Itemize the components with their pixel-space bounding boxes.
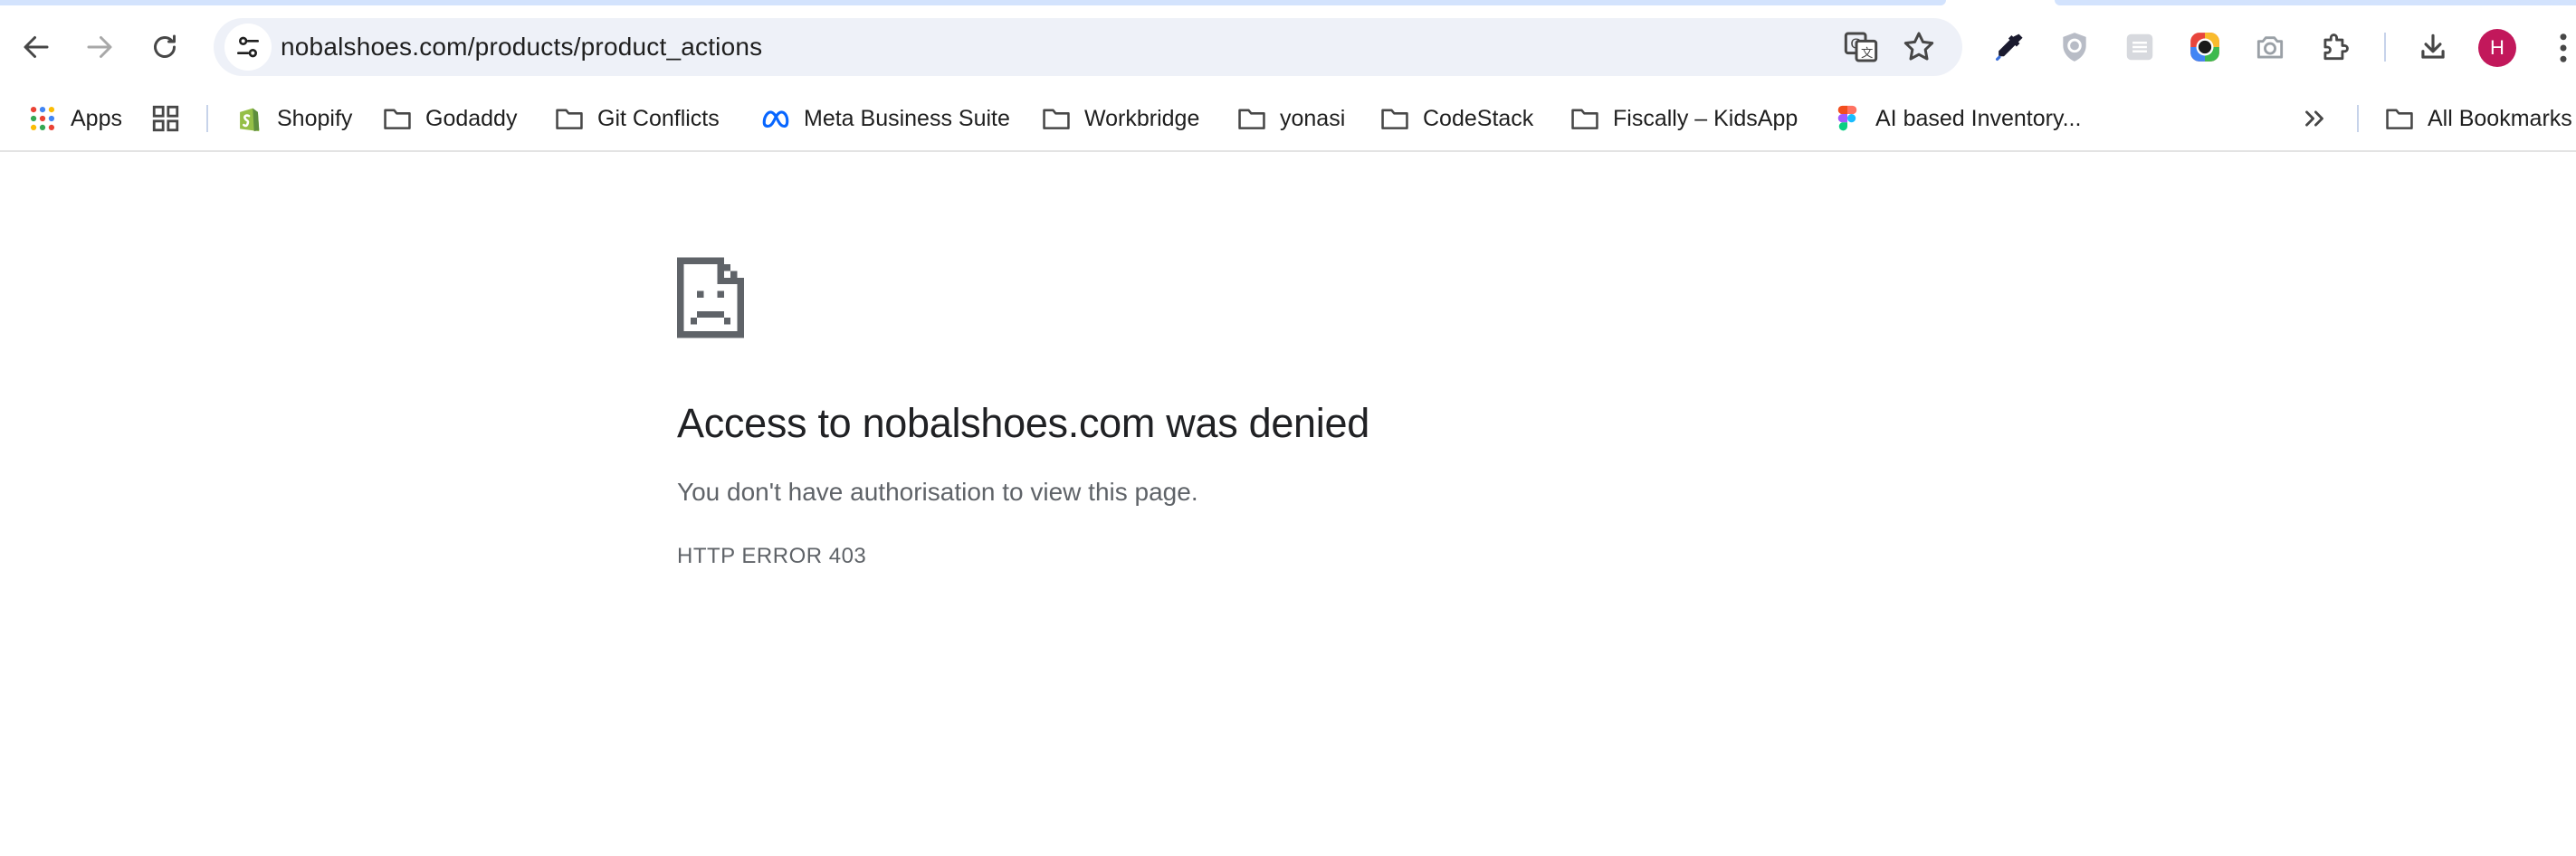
folder-icon (1571, 109, 1598, 129)
bookmark-label: Fiscally – KidsApp (1613, 105, 1798, 131)
bookmark-label: AI based Inventory... (1875, 105, 2082, 131)
translate-icon[interactable]: G 文 (1843, 29, 1879, 65)
folder-icon (2386, 109, 2413, 129)
folder-icon (384, 109, 411, 129)
bookmark-label: Workbridge (1084, 105, 1200, 131)
bookmark-yonasi[interactable]: yonasi (1236, 96, 1345, 141)
site-info-button[interactable] (224, 24, 272, 71)
apps-grid-icon (30, 106, 55, 131)
bookmark-ai-based-inventory[interactable]: AI based Inventory... (1832, 96, 2081, 141)
url-text[interactable]: nobalshoes.com/products/product_actions (281, 18, 762, 76)
error-code: HTTP ERROR 403 (677, 544, 867, 568)
address-bar[interactable]: nobalshoes.com/products/product_actions … (214, 18, 1962, 76)
bookmark-apps[interactable]: Apps (27, 96, 122, 141)
error-heading: Access to nobalshoes.com was denied (677, 400, 1369, 446)
more-menu-icon[interactable] (2551, 29, 2576, 67)
shield-extension-icon[interactable] (2053, 25, 2096, 69)
bookmark-git-conflicts[interactable]: Git Conflicts (554, 96, 720, 141)
color-picker-extension-icon[interactable] (2183, 25, 2227, 69)
error-message: You don't have authorisation to view thi… (677, 478, 1198, 506)
forward-button[interactable] (72, 20, 127, 74)
camera-extension-icon[interactable] (2248, 25, 2292, 69)
bookmark-label: Godaddy (425, 105, 518, 131)
reload-icon (154, 34, 176, 58)
sad-page-icon (677, 257, 744, 338)
bookmark-star-icon[interactable] (1901, 29, 1937, 65)
toolbar-divider (2384, 33, 2386, 62)
bookmark-fiscally-kidsapp[interactable]: Fiscally – KidsApp (1569, 96, 1798, 141)
tab-groups-icon (152, 105, 179, 132)
forward-arrow-icon (87, 36, 112, 58)
bookmark-tab-groups[interactable] (150, 96, 181, 141)
active-tab-edge (0, 0, 1946, 5)
bookmark-all-bookmarks[interactable]: All Bookmarks (2384, 96, 2572, 141)
folder-icon (556, 109, 583, 129)
svg-text:文: 文 (1861, 46, 1873, 61)
downloads-icon[interactable] (2411, 25, 2455, 69)
browser-chrome: nobalshoes.com/products/product_actions … (0, 0, 2576, 152)
folder-icon (1381, 109, 1408, 129)
bookmark-label: Meta Business Suite (804, 105, 1010, 131)
folder-icon (1238, 109, 1265, 129)
error-page: Access to nobalshoes.com was denied You … (677, 257, 1944, 570)
bookmark-label: Git Conflicts (597, 105, 720, 131)
meta-icon (762, 110, 789, 128)
inactive-tab-edge[interactable] (2055, 0, 2576, 5)
bookmark-label: All Bookmarks (2428, 105, 2572, 131)
eyedropper-extension-icon[interactable] (1988, 25, 2031, 69)
profile-avatar[interactable]: H (2478, 29, 2516, 67)
browser-toolbar: nobalshoes.com/products/product_actions … (0, 13, 2576, 81)
tune-icon (237, 36, 259, 58)
back-button[interactable] (9, 20, 63, 74)
reload-button[interactable] (138, 20, 192, 74)
bookmark-workbridge[interactable]: Workbridge (1041, 96, 1199, 141)
bookmark-label: yonasi (1280, 105, 1346, 131)
back-arrow-icon (24, 36, 49, 58)
bookmarks-separator (2357, 105, 2359, 132)
bookmark-label: CodeStack (1423, 105, 1534, 131)
double-chevron-right-icon (2305, 110, 2323, 127)
bookmark-meta-business-suite[interactable]: Meta Business Suite (760, 96, 1010, 141)
bookmark-label: Apps (71, 105, 122, 131)
folder-icon (1043, 109, 1070, 129)
bookmarks-bar: Apps Shopify Godaddy Git Conflicts Meta … (0, 96, 2576, 141)
bookmark-godaddy[interactable]: Godaddy (382, 96, 517, 141)
grid-extension-icon[interactable] (2118, 25, 2161, 69)
bookmark-shopify[interactable]: Shopify (234, 96, 352, 141)
bookmarks-overflow-button[interactable] (2299, 96, 2330, 141)
bookmark-codestack[interactable]: CodeStack (1379, 96, 1533, 141)
bookmarks-separator (206, 105, 208, 132)
extensions-puzzle-icon[interactable] (2314, 25, 2357, 69)
shopify-icon (240, 108, 260, 132)
figma-icon (1837, 105, 1857, 131)
bookmark-label: Shopify (277, 105, 353, 131)
